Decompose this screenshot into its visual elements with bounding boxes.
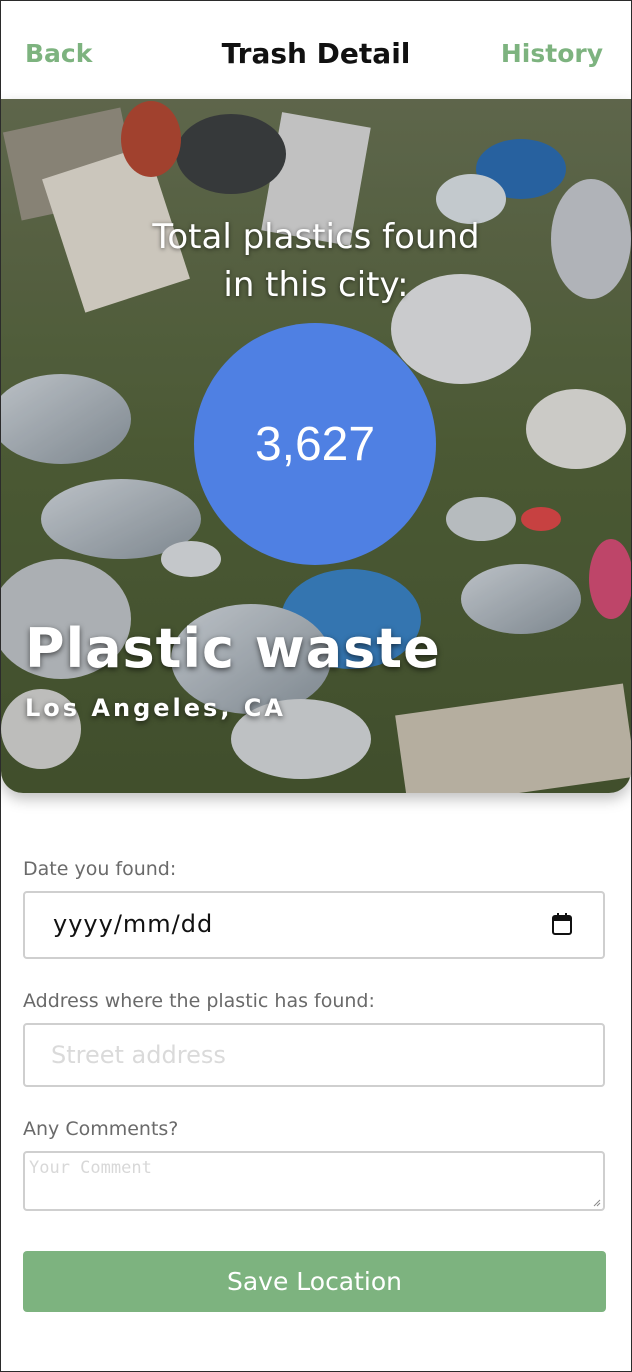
caption-line-1: Total plastics found xyxy=(152,217,480,257)
hero-card: Total plastics found in this city: 3,627… xyxy=(1,99,631,793)
resize-grip-icon[interactable] xyxy=(593,1199,601,1207)
top-nav-bar: Back Trash Detail History xyxy=(1,1,631,99)
calendar-icon[interactable] xyxy=(551,912,573,936)
date-label: Date you found: xyxy=(23,858,177,880)
date-input-value: yyyy/mm/dd xyxy=(53,910,214,938)
trash-type-title: Plastic waste xyxy=(25,617,441,680)
address-placeholder: Street address xyxy=(51,1041,226,1069)
address-label: Address where the plastic has found: xyxy=(23,990,375,1012)
comments-textarea[interactable]: Your Comment xyxy=(23,1151,605,1211)
address-input[interactable]: Street address xyxy=(23,1023,605,1087)
date-input[interactable]: yyyy/mm/dd xyxy=(23,891,605,959)
comments-placeholder: Your Comment xyxy=(29,1158,152,1178)
total-plastics-caption: Total plastics found in this city: xyxy=(1,213,631,309)
app-frame: Back Trash Detail History Total plastics… xyxy=(0,0,632,1372)
save-location-button[interactable]: Save Location xyxy=(23,1251,606,1312)
plastic-count-value: 3,627 xyxy=(254,417,376,471)
trash-location: Los Angeles, CA xyxy=(25,694,286,722)
plastic-count-circle: 3,627 xyxy=(194,323,436,565)
history-button[interactable]: History xyxy=(501,39,603,69)
caption-line-2: in this city: xyxy=(223,265,409,305)
comments-label: Any Comments? xyxy=(23,1118,179,1140)
